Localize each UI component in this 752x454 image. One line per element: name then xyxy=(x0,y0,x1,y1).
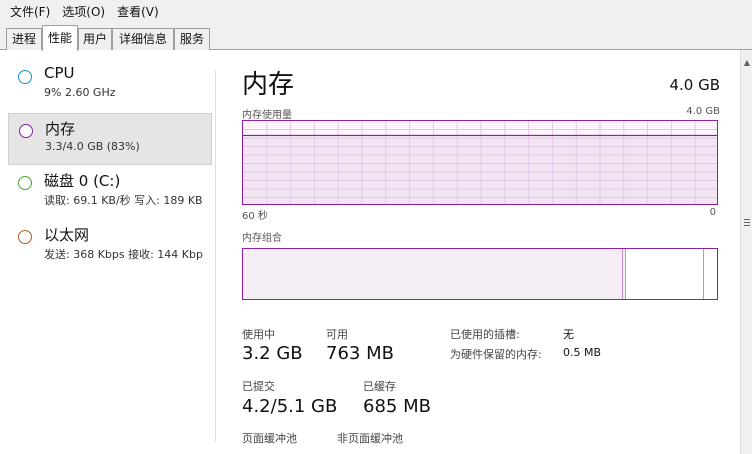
resource-item-ethernet[interactable]: 以太网 发送: 368 Kbps 接收: 144 Kbp xyxy=(8,220,212,272)
paged-pool-label: 页面缓冲池 xyxy=(242,432,297,445)
resource-item-cpu[interactable]: CPU 9% 2.60 GHz xyxy=(8,60,212,112)
resource-title: 内存 xyxy=(45,120,76,138)
tab-users[interactable]: 用户 xyxy=(78,28,112,50)
scroll-up-arrow-icon[interactable]: ▲ xyxy=(741,58,752,68)
hardware-reserved-label: 为硬件保留的内存: xyxy=(450,348,542,361)
available-label: 可用 xyxy=(326,328,348,341)
resource-title: 以太网 xyxy=(44,226,90,244)
in-use-value: 3.2 GB xyxy=(242,343,303,364)
page-title: 内存 xyxy=(242,70,295,100)
performance-panel: CPU 9% 2.60 GHz 内存 3.3/4.0 GB (83%) 磁盘 0… xyxy=(0,50,740,454)
resource-item-disk[interactable]: 磁盘 0 (C:) 读取: 69.1 KB/秒 写入: 189 KB xyxy=(8,166,212,218)
tab-processes[interactable]: 进程 xyxy=(6,28,42,50)
memory-composition-bar xyxy=(242,248,718,300)
slots-value: 无 xyxy=(563,328,574,341)
total-memory: 4.0 GB xyxy=(669,76,720,94)
resource-subtitle: 3.3/4.0 GB (83%) xyxy=(45,140,140,153)
resource-title: CPU xyxy=(44,64,75,82)
tab-services[interactable]: 服务 xyxy=(174,28,210,50)
hardware-reserved-value: 0.5 MB xyxy=(563,346,602,359)
tab-strip: 进程 性能 用户 详细信息 服务 xyxy=(0,24,752,51)
resource-item-memory[interactable]: 内存 3.3/4.0 GB (83%) xyxy=(8,113,212,165)
composition-free-edge xyxy=(702,249,704,299)
menu-file[interactable]: 文件(F) xyxy=(4,0,56,24)
resource-subtitle: 发送: 368 Kbps 接收: 144 Kbp xyxy=(44,248,203,261)
cached-value: 685 MB xyxy=(363,396,431,417)
committed-value: 4.2/5.1 GB xyxy=(242,396,338,417)
graph-time-right: 0 xyxy=(709,207,716,218)
usage-graph-label: 内存使用量 xyxy=(242,110,292,121)
memory-usage-graph-svg xyxy=(243,121,717,204)
memory-usage-graph xyxy=(242,120,718,205)
in-use-label: 使用中 xyxy=(242,328,275,341)
usage-graph-max: 4.0 GB xyxy=(686,106,720,117)
resource-list: CPU 9% 2.60 GHz 内存 3.3/4.0 GB (83%) 磁盘 0… xyxy=(0,50,216,454)
committed-label: 已提交 xyxy=(242,380,275,393)
memory-detail: 内存 4.0 GB 内存使用量 4.0 GB 60 秒 0 内存组合 使用中 3… xyxy=(242,50,720,454)
menu-options[interactable]: 选项(O) xyxy=(56,0,111,24)
nonpaged-pool-label: 非页面缓冲池 xyxy=(337,432,403,445)
graph-time-left: 60 秒 xyxy=(242,211,268,222)
available-value: 763 MB xyxy=(326,343,394,364)
sidebar-divider xyxy=(215,70,216,442)
scroll-thumb[interactable] xyxy=(743,210,751,234)
disk-indicator-icon xyxy=(18,176,32,190)
menu-view[interactable]: 查看(V) xyxy=(111,0,165,24)
menu-bar: 文件(F) 选项(O) 查看(V) xyxy=(0,0,752,24)
resource-title: 磁盘 0 (C:) xyxy=(44,172,121,190)
vertical-scrollbar[interactable]: ▲ xyxy=(740,50,752,454)
tab-performance[interactable]: 性能 xyxy=(42,25,78,51)
slots-label: 已使用的插槽: xyxy=(450,328,520,341)
composition-modified-segment xyxy=(622,249,624,299)
memory-indicator-icon xyxy=(19,124,33,138)
resource-subtitle: 读取: 69.1 KB/秒 写入: 189 KB xyxy=(44,194,203,207)
tab-details[interactable]: 详细信息 xyxy=(112,28,174,50)
cached-label: 已缓存 xyxy=(363,380,396,393)
resource-subtitle: 9% 2.60 GHz xyxy=(44,86,116,99)
ethernet-indicator-icon xyxy=(18,230,32,244)
composition-label: 内存组合 xyxy=(242,233,282,244)
cpu-indicator-icon xyxy=(18,70,32,84)
